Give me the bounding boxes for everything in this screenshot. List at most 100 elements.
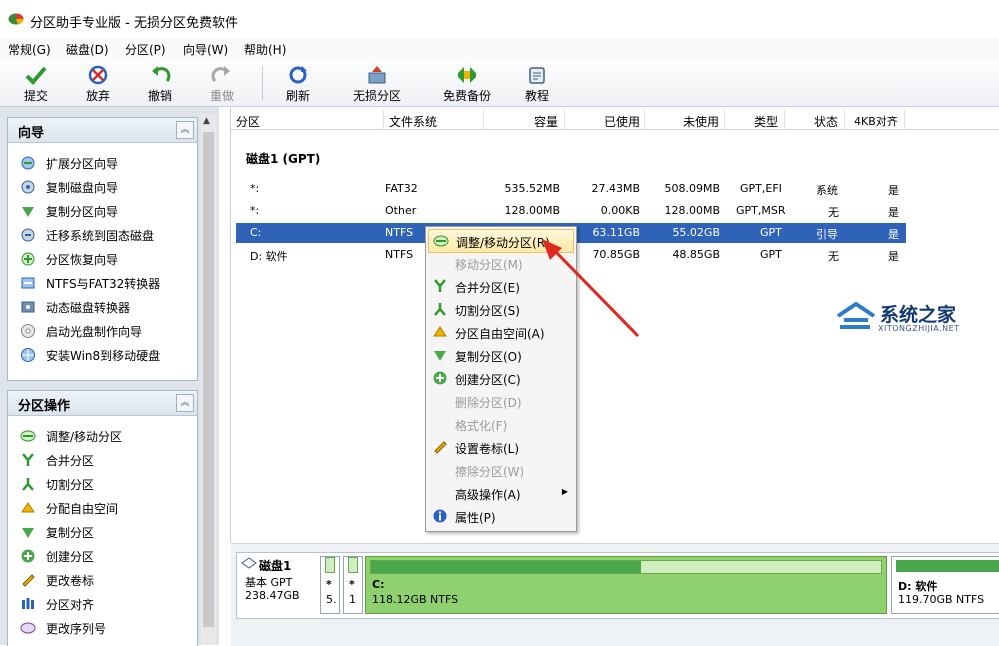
undo-icon (152, 66, 171, 83)
align-icon (22, 598, 34, 609)
free-backup-label: 免费备份 (442, 89, 491, 103)
resize-partition-icon (20, 430, 36, 442)
wizard-item-label: 迁移系统到固态磁盘 (46, 229, 155, 243)
menu-item-label: 合并分区(E) (455, 281, 520, 295)
menu-item-advanced[interactable]: 高级操作(A) ▶ (428, 482, 574, 504)
collapse-icon[interactable]: ︽ (176, 394, 194, 412)
copy-partition-icon (434, 351, 446, 361)
submit-button[interactable]: 提交 (14, 60, 58, 106)
op-label: 复制分区 (46, 526, 95, 540)
scrollbar-thumb[interactable] (203, 132, 214, 627)
cell-capacity: 535.52MB (504, 182, 560, 195)
watermark: 系统之家 XITONGZHIJIA.NET (836, 298, 986, 344)
redo-label: 重做 (209, 89, 234, 103)
cell-status: 无 (828, 250, 839, 263)
col-filesystem[interactable]: 文件系统 (389, 113, 437, 130)
segment-info: 119.70GB NTFS (898, 593, 985, 606)
menu-wizard[interactable]: 向导(W) (183, 41, 228, 58)
undo-label: 撤销 (147, 89, 172, 103)
wizard-item-label: 启动光盘制作向导 (46, 325, 143, 339)
menu-item-label: 切割分区(S) (455, 304, 520, 318)
label-icon (22, 574, 35, 587)
op-label: 调整/移动分区 (46, 430, 123, 444)
op-label: 更改卷标 (46, 574, 95, 588)
partition-segment-efi[interactable]: * 5. (320, 556, 340, 614)
wizard-item-label: 复制分区向导 (46, 205, 119, 219)
cell-align: 是 (888, 206, 899, 219)
col-status[interactable]: 状态 (814, 113, 838, 130)
toolbar: 提交 放弃 撤销 重做 刷新 无损分区 免费备份 教程 (0, 60, 999, 107)
menu-item-format[interactable]: 格式化(F) (428, 413, 574, 435)
segment-label: * (349, 578, 355, 591)
app-logo-icon (8, 13, 24, 25)
menu-item-label: 复制分区(O) (455, 350, 522, 364)
cell-status: 无 (828, 206, 839, 219)
menu-disk[interactable]: 磁盘(D) (66, 41, 109, 58)
menu-item-copy[interactable]: 复制分区(O) (428, 344, 574, 366)
wizard-panel-title: 向导 (18, 126, 45, 141)
copy-partition-icon (22, 207, 34, 217)
merge-partition-icon (434, 279, 446, 292)
wizard-item-label: NTFS与FAT32转换器 (46, 277, 161, 291)
undo-button[interactable]: 撤销 (138, 60, 182, 106)
menu-item-properties[interactable]: 属性(P) (428, 505, 574, 527)
segment-label: D: 软件 (898, 580, 938, 593)
menu-general[interactable]: 常规(G) (8, 41, 51, 58)
menu-item-delete[interactable]: 删除分区(D) (428, 390, 574, 412)
red-arrow-annotation (542, 239, 640, 338)
cell-partition: C: (250, 226, 262, 239)
refresh-icon (289, 66, 307, 84)
col-unused[interactable]: 未使用 (683, 113, 719, 130)
cell-unused: 128.00MB (664, 204, 720, 217)
scroll-up-icon[interactable]: ▲ (203, 116, 210, 126)
col-4k-align[interactable]: 4KB对齐 (854, 113, 898, 129)
menu-item-set-label[interactable]: 设置卷标(L) (428, 436, 574, 458)
menu-item-wipe[interactable]: 擦除分区(W) (428, 459, 574, 481)
segment-info: 118.12GB NTFS (372, 593, 459, 606)
menu-help[interactable]: 帮助(H) (244, 41, 286, 58)
disk-type: 基本 GPT (245, 576, 293, 589)
cell-partition: D: 软件 (250, 250, 288, 263)
watermark-name: 系统之家 (880, 304, 957, 326)
merge-partition-icon (22, 453, 34, 466)
op-label: 分配自由空间 (46, 502, 119, 516)
resize-partition-icon (433, 235, 449, 247)
cell-partition: *: (250, 182, 260, 195)
col-partition[interactable]: 分区 (236, 113, 260, 130)
free-backup-button[interactable]: 免费备份 (436, 60, 498, 106)
recovery-icon (21, 252, 35, 266)
menu-partition[interactable]: 分区(P) (125, 41, 166, 58)
sidebar-scrollbar[interactable]: ▲ (201, 114, 216, 645)
menu-item-label: 属性(P) (455, 511, 496, 525)
refresh-label: 刷新 (285, 89, 310, 103)
op-label: 切割分区 (46, 478, 95, 492)
extend-partition-icon (21, 156, 35, 170)
cell-filesystem: NTFS (385, 248, 414, 261)
refresh-button[interactable]: 刷新 (276, 60, 320, 106)
tutorial-button[interactable]: 教程 (515, 60, 559, 106)
toolbar-separator (262, 66, 263, 100)
discard-label: 放弃 (85, 89, 110, 103)
table-row[interactable]: *: Other 128.00MB 0.00KB 128.00MB GPT,MS… (236, 201, 906, 221)
col-type[interactable]: 类型 (754, 113, 778, 130)
partition-segment-d[interactable]: D: 软件 119.70GB NTFS (891, 556, 999, 614)
menu-item-label: 移动分区(M) (455, 258, 523, 272)
cell-filesystem: FAT32 (385, 182, 418, 195)
collapse-icon[interactable]: ︽ (176, 121, 194, 139)
partition-segment-c[interactable]: C: 118.12GB NTFS (365, 556, 887, 614)
table-row[interactable]: *: FAT32 535.52MB 27.43MB 508.09MB GPT,E… (236, 179, 906, 199)
cell-unused: 48.85GB (672, 248, 720, 261)
partition-segment-msr[interactable]: * 1 (343, 556, 363, 614)
lossless-partition-button[interactable]: 无损分区 (346, 60, 408, 106)
redo-button[interactable]: 重做 (200, 60, 244, 106)
discard-button[interactable]: 放弃 (76, 60, 120, 106)
submenu-arrow-icon: ▶ (561, 487, 568, 496)
menu-item-create[interactable]: 创建分区(C) (428, 367, 574, 389)
col-used[interactable]: 已使用 (604, 113, 640, 130)
cell-align: 是 (888, 250, 899, 263)
cell-status: 引导 (816, 228, 838, 241)
tutorial-label: 教程 (524, 89, 549, 103)
info-icon (433, 509, 447, 523)
wizard-item-label: 扩展分区向导 (46, 157, 119, 171)
col-capacity[interactable]: 容量 (534, 113, 558, 130)
